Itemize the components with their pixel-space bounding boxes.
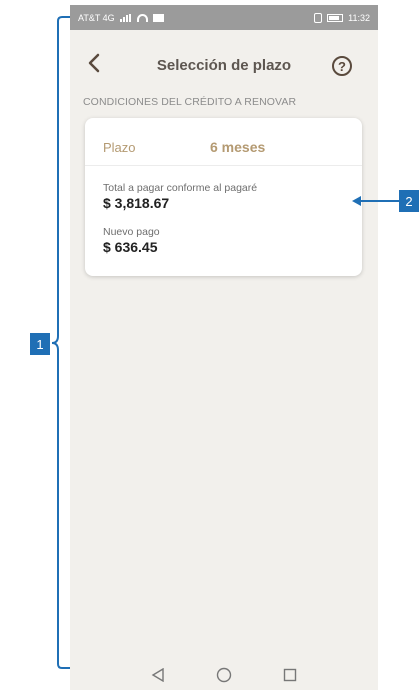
- square-recents-icon: [283, 668, 297, 682]
- annotation-arrow-2: [352, 196, 400, 206]
- circle-home-icon: [216, 667, 232, 683]
- section-label: CONDICIONES DEL CRÉDITO A RENOVAR: [83, 96, 297, 108]
- total-label: Total a pagar conforme al pagaré: [103, 182, 258, 194]
- nav-recents-button[interactable]: [282, 667, 298, 683]
- help-button[interactable]: ?: [332, 56, 352, 76]
- chevron-left-icon: [88, 53, 100, 73]
- triangle-back-icon: [151, 668, 164, 682]
- total-value: $ 3,818.67: [103, 195, 170, 211]
- plazo-label: Plazo: [103, 140, 136, 155]
- callout-label-1: 1: [30, 333, 50, 355]
- loan-conditions-card[interactable]: Plazo 6 meses Total a pagar conforme al …: [85, 118, 362, 276]
- signal-icon: [119, 13, 132, 22]
- status-bar: AT&T 4G 11:32: [70, 5, 378, 30]
- new-payment-value: $ 636.45: [103, 239, 158, 255]
- nav-back-button[interactable]: [150, 667, 166, 683]
- vibrate-icon: [314, 12, 323, 23]
- nav-home-button[interactable]: [216, 667, 232, 683]
- battery-icon: [327, 13, 344, 22]
- new-payment-label: Nuevo pago: [103, 226, 160, 238]
- plazo-value: 6 meses: [210, 139, 266, 155]
- help-icon: ?: [338, 58, 346, 74]
- plazo-row: Plazo 6 meses: [85, 118, 362, 166]
- back-button[interactable]: [82, 51, 106, 75]
- app-header: Selección de plazo ?: [70, 45, 378, 85]
- status-time: 11:32: [348, 12, 370, 23]
- system-nav-bar: [70, 660, 378, 690]
- page-title: Selección de plazo: [156, 57, 292, 74]
- wifi-icon: [136, 13, 148, 22]
- phone-screen: AT&T 4G 11:32 Selección de plazo ? CONDI…: [70, 5, 378, 690]
- message-icon: [152, 13, 164, 22]
- status-right: 11:32: [314, 12, 370, 23]
- callout-label-2: 2: [399, 190, 419, 212]
- annotation-bracket-1: [51, 16, 70, 669]
- carrier-text: AT&T 4G: [78, 12, 115, 23]
- status-left: AT&T 4G: [78, 13, 164, 23]
